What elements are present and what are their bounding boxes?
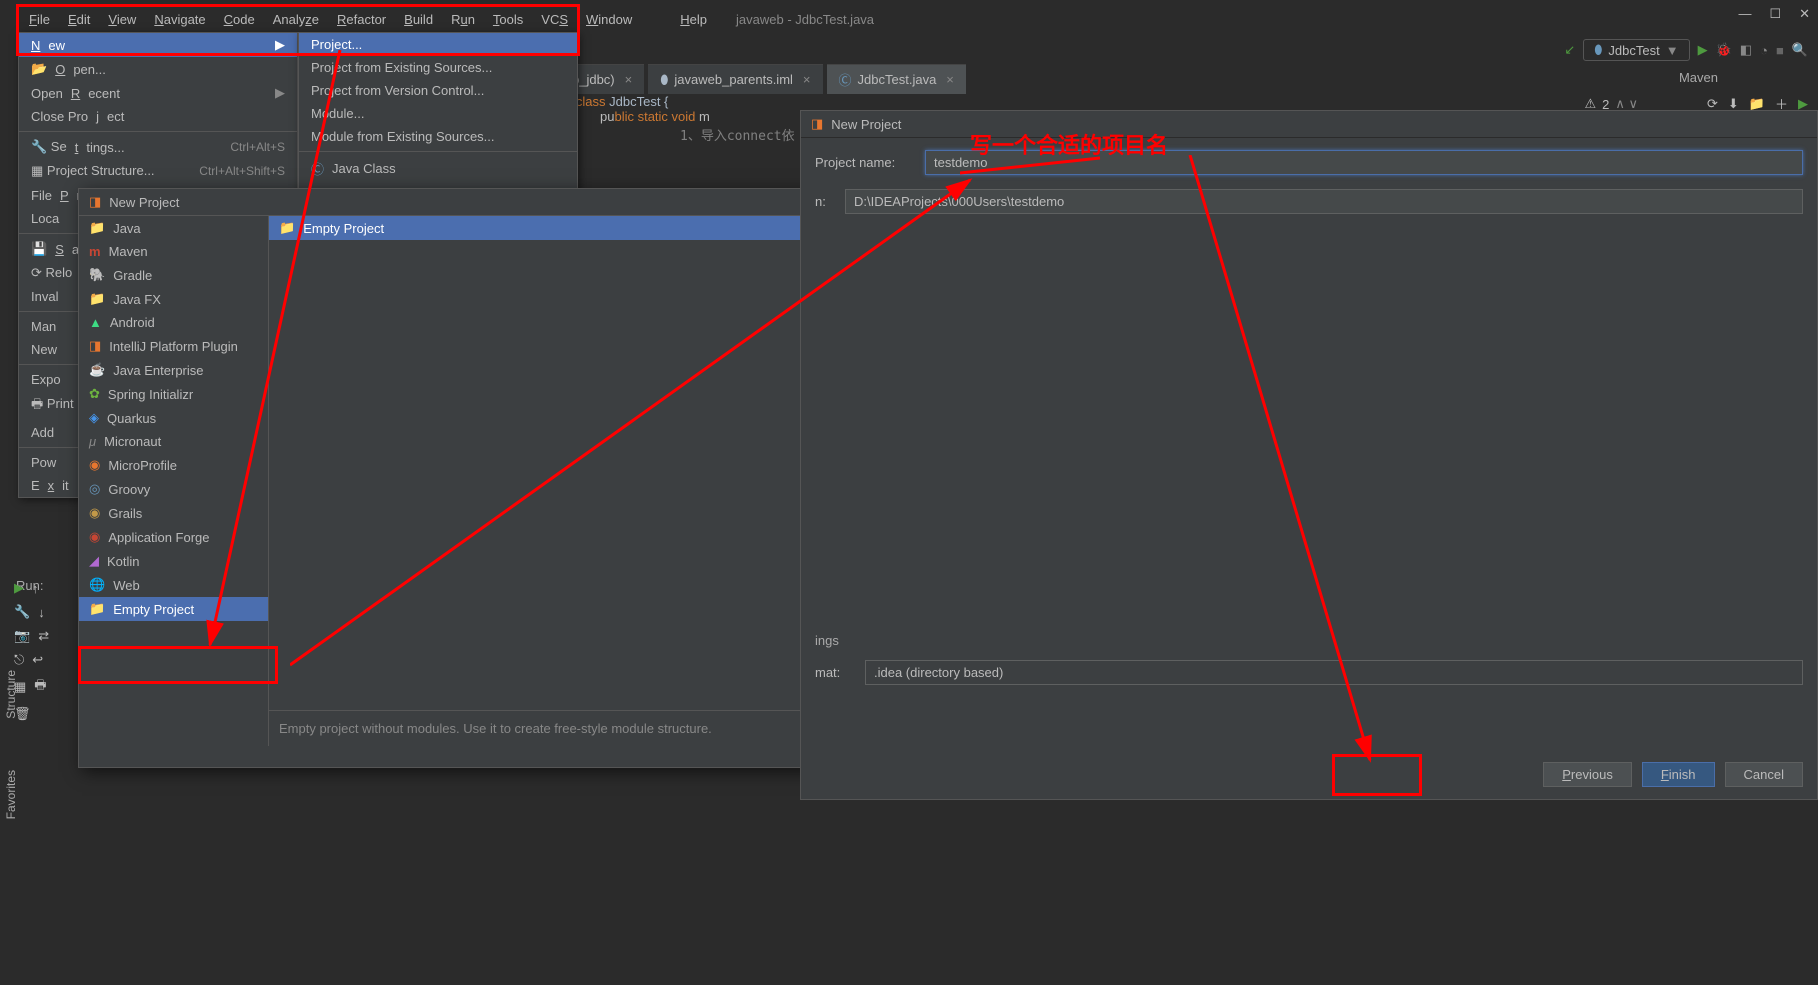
menu-edit[interactable]: Edit [59,10,99,29]
menu-vcs[interactable]: VCS [532,10,577,29]
menu-view[interactable]: View [99,10,145,29]
run-gutter: ▶↑ 🔧↓ 📷⇄ ⎋↩ ▦🖶 🗑 [14,580,64,730]
project-name-label: Project name: [815,155,915,170]
dialog-title: New Project [109,195,179,210]
menu-item-open-recent[interactable]: Open Recent▶ [19,81,297,105]
menu-analyze[interactable]: Analyze [264,10,328,29]
stop-icon[interactable]: ■ [1776,43,1784,58]
filter-icon[interactable]: ⇄ [38,628,49,644]
minimize-icon[interactable]: — [1738,6,1751,22]
profile-icon[interactable]: ◔ [1760,43,1768,58]
menu-navigate[interactable]: Navigate [145,10,214,29]
category-jee[interactable]: ☕Java Enterprise [79,358,268,382]
maven-tool-label[interactable]: Maven [1679,70,1718,85]
category-micronaut[interactable]: μMicronaut [79,430,268,453]
category-quarkus[interactable]: ◈Quarkus [79,406,268,430]
template-category-list: 📁Java mMaven 🐘Gradle 📁Java FX ▲Android ◨… [79,216,269,746]
menu-item-open[interactable]: 📂Open... [19,57,297,81]
category-empty-project[interactable]: 📁Empty Project [79,597,268,621]
new-submenu-popup: Project... Project from Existing Sources… [298,32,578,207]
location-label: n: [815,194,835,209]
tab-iml[interactable]: ⬮javaweb_parents.iml× [648,64,822,94]
new-project-dialog: ◨New Project ✕ 📁Java mMaven 🐘Gradle 📁Jav… [78,188,886,768]
wrench-icon[interactable]: 🔧 [14,604,30,620]
down-icon[interactable]: ↓ [38,605,45,620]
template-empty-project[interactable]: 📁Empty Project [269,216,885,240]
annotation-text: 写一个合适的项目名 [970,128,1168,160]
more-settings-label[interactable]: ings [815,633,1803,648]
category-grails[interactable]: ◉Grails [79,501,268,525]
menu-item-project-structure[interactable]: ▦ Project Structure...Ctrl+Alt+Shift+S [19,159,297,183]
cancel-button[interactable]: Cancel [1725,762,1803,787]
finish-button[interactable]: Finish [1642,762,1715,787]
category-maven[interactable]: mMaven [79,240,268,263]
previous-button[interactable]: Previous [1543,762,1632,787]
menubar: File Edit View Navigate Code Analyze Ref… [20,8,1818,30]
category-groovy[interactable]: ◎Groovy [79,477,268,501]
dialog-title-2: New Project [831,117,901,132]
menu-file[interactable]: File [20,10,59,29]
tab-close-icon[interactable]: × [803,72,811,87]
editor-tabs: b_jdbc)× ⬮javaweb_parents.iml× ⒸJdbcTest… [560,64,966,94]
window-title: javaweb - JdbcTest.java [736,12,874,27]
category-plugin[interactable]: ◨IntelliJ Platform Plugin [79,334,268,358]
submenu-project-existing[interactable]: Project from Existing Sources... [299,56,577,79]
menu-item-settings[interactable]: 🔧 Settings...Ctrl+Alt+S [19,135,297,159]
print-icon[interactable]: 🖶 [34,676,46,698]
submenu-module[interactable]: Module... [299,102,577,125]
search-icon[interactable]: 🔍 [1792,42,1808,58]
submenu-java-class[interactable]: ⒸJava Class [299,155,577,182]
format-select[interactable]: .idea (directory based) [865,660,1803,685]
category-android[interactable]: ▲Android [79,311,268,334]
build-icon[interactable]: ↙ [1564,42,1575,58]
run-config-label: JdbcTest [1608,43,1659,58]
debug-icon[interactable]: 🐞 [1716,42,1732,58]
tab-close-icon[interactable]: × [946,72,954,87]
window-controls: — ☐ ✕ [1738,6,1810,22]
menu-help[interactable]: Help [671,10,716,29]
menu-code[interactable]: Code [215,10,264,29]
category-spring[interactable]: ✿Spring Initializr [79,382,268,406]
location-input[interactable] [845,189,1803,214]
category-kotlin[interactable]: ◢Kotlin [79,549,268,573]
template-list: 📁Empty Project Empty project without mod… [269,216,885,746]
category-web[interactable]: 🌐Web [79,573,268,597]
category-forge[interactable]: ◉Application Forge [79,525,268,549]
wrap-icon[interactable]: ↩ [32,652,43,668]
maximize-icon[interactable]: ☐ [1769,6,1781,22]
tab-jdbctest[interactable]: ⒸJdbcTest.java× [827,64,966,94]
submenu-project-vc[interactable]: Project from Version Control... [299,79,577,102]
structure-tool-label[interactable]: Structure [4,670,18,719]
run-icon[interactable]: ▶ [1698,42,1708,58]
category-gradle[interactable]: 🐘Gradle [79,263,268,287]
rerun-icon[interactable]: ▶ [14,580,24,596]
run-config-dropdown[interactable]: ⬮ JdbcTest ▼ [1583,39,1689,61]
category-microprofile[interactable]: ◉MicroProfile [79,453,268,477]
close-icon[interactable]: ✕ [1799,6,1810,22]
exit-icon[interactable]: ⎋ [14,652,24,668]
tab-close-icon[interactable]: × [625,72,633,87]
menu-window[interactable]: Window [577,10,641,29]
camera-icon[interactable]: 📷 [14,628,30,644]
new-project-name-dialog: ◨ New Project Project name: n: ings mat:… [800,110,1818,800]
menu-item-close-project[interactable]: Close Project [19,105,297,128]
favorites-tool-label[interactable]: Favorites [4,770,18,819]
coverage-icon[interactable]: ◧ [1740,42,1752,58]
menu-refactor[interactable]: Refactor [328,10,395,29]
menu-item-new[interactable]: New▶ [19,33,297,57]
up-icon[interactable]: ↑ [32,581,39,596]
toolbar: ↙ ⬮ JdbcTest ▼ ▶ 🐞 ◧ ◔ ■ 🔍 [1564,36,1808,64]
menu-run[interactable]: Run [442,10,484,29]
category-java[interactable]: 📁Java [79,216,268,240]
format-label: mat: [815,665,855,680]
menu-tools[interactable]: Tools [484,10,532,29]
submenu-module-existing[interactable]: Module from Existing Sources... [299,125,577,148]
category-javafx[interactable]: 📁Java FX [79,287,268,311]
template-description: Empty project without modules. Use it to… [269,710,885,746]
menu-build[interactable]: Build [395,10,442,29]
submenu-project[interactable]: Project... [299,33,577,56]
